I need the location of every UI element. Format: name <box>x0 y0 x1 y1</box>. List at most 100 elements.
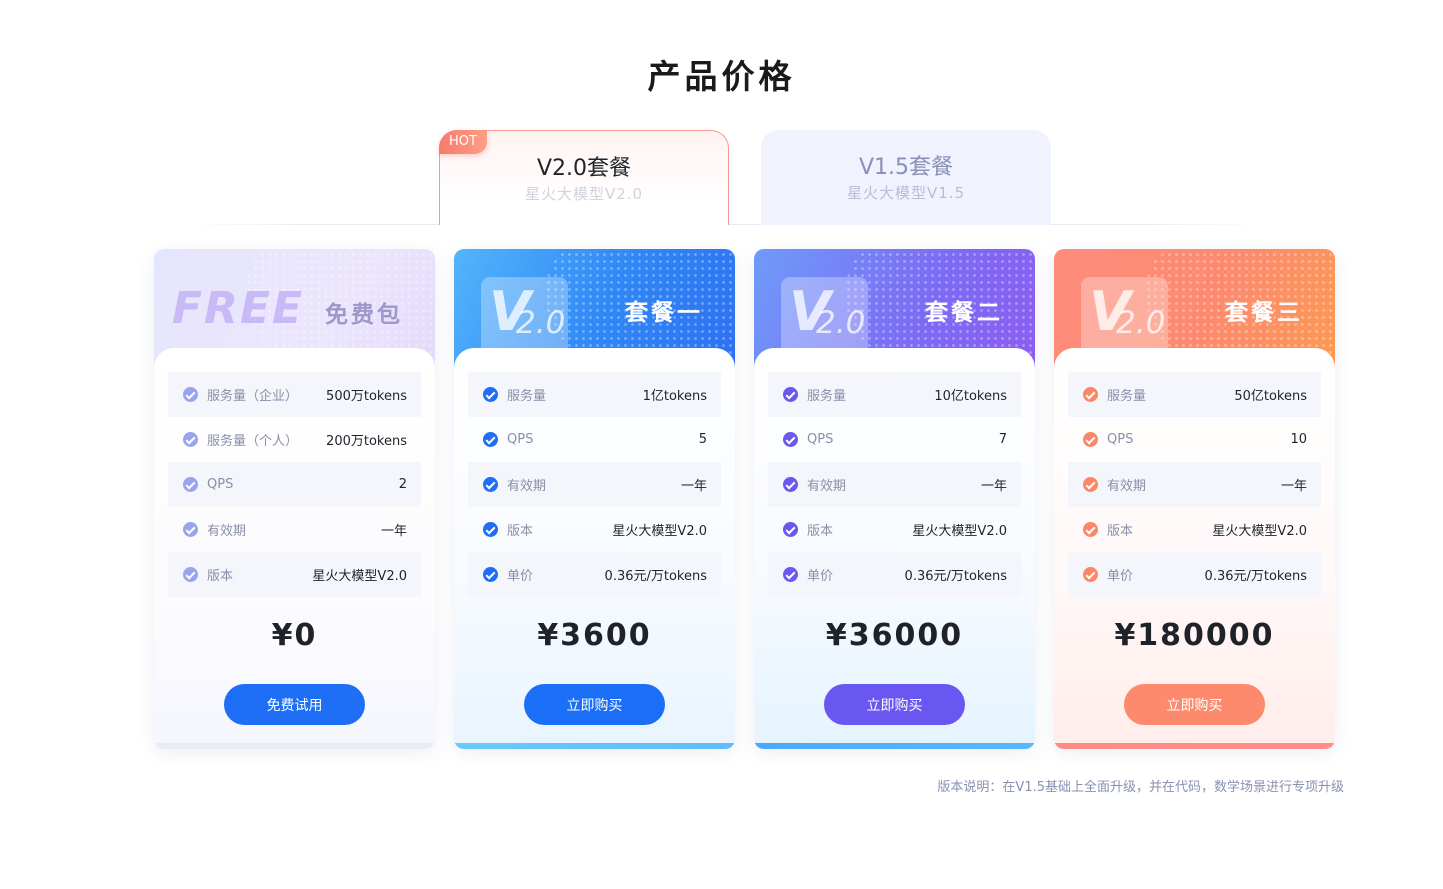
check-circle-icon <box>1083 387 1098 402</box>
tab-subtitle: 星火大模型V1.5 <box>846 184 966 202</box>
feature-label: 有效期 <box>1107 479 1147 494</box>
check-circle-icon <box>1083 522 1098 537</box>
feature-row: 版本 星火大模型V2.0 <box>768 507 1021 552</box>
feature-label: 版本 <box>1107 524 1134 539</box>
feature-value: 一年 <box>680 479 707 494</box>
feature-label: 有效期 <box>207 524 247 539</box>
feature-value: 一年 <box>380 524 407 539</box>
check-circle-icon <box>183 477 198 492</box>
plan-name: 套餐二 <box>925 300 1003 326</box>
feature-label: 单价 <box>507 569 534 584</box>
feature-value: 500万tokens <box>326 389 407 404</box>
feature-label: 版本 <box>207 569 234 584</box>
check-circle-icon <box>483 387 498 402</box>
feature-row: 有效期 一年 <box>168 507 421 552</box>
check-circle-icon <box>483 432 498 447</box>
check-circle-icon <box>783 387 798 402</box>
feature-label: 服务量 <box>807 389 847 404</box>
check-circle-icon <box>783 432 798 447</box>
tab-subtitle: 星火大模型V2.0 <box>524 185 644 203</box>
feature-row: QPS 5 <box>468 417 721 462</box>
plan-name: 套餐三 <box>1225 300 1303 326</box>
pricing-card-plan-2: V 2.0 套餐二 服务量 10亿tokens QPS 7 有效期 一年 版本 星火大模型V2… <box>754 249 1035 749</box>
free-trial-button[interactable]: 免费试用 <box>224 684 365 725</box>
feature-label: 版本 <box>507 524 534 539</box>
plan-price: ¥3600 <box>537 618 652 653</box>
feature-label: 服务量（个人） <box>207 434 299 449</box>
check-circle-icon <box>183 522 198 537</box>
feature-value: 50亿tokens <box>1234 389 1307 404</box>
plan-price: ¥180000 <box>1114 618 1275 653</box>
check-circle-icon <box>783 477 798 492</box>
feature-label: 单价 <box>807 569 834 584</box>
buy-now-button[interactable]: 立即购买 <box>824 684 965 725</box>
check-circle-icon <box>783 522 798 537</box>
page-title: 产品价格 <box>647 57 796 96</box>
feature-list: 服务量（企业） 500万tokens 服务量（个人） 200万tokens QPS 2 有效… <box>168 372 421 597</box>
feature-label: 服务量 <box>1107 389 1147 404</box>
free-word: FREE <box>172 283 305 334</box>
card-body: 服务量 10亿tokens QPS 7 有效期 一年 版本 星火大模型V2.0 单价 0.36元/… <box>754 348 1035 749</box>
feature-row: 有效期 一年 <box>1068 462 1321 507</box>
feature-label: QPS <box>1107 432 1134 447</box>
feature-value: 星火大模型V2.0 <box>612 524 707 539</box>
feature-row: 单价 0.36元/万tokens <box>1068 552 1321 597</box>
card-bottom-bar <box>1054 743 1335 749</box>
feature-list: 服务量 1亿tokens QPS 5 有效期 一年版本 星火大模型V2.0 单价 0.36元/万… <box>468 372 721 597</box>
card-body: 服务量（企业） 500万tokens 服务量（个人） 200万tokens QPS 2 有效… <box>154 348 435 749</box>
feature-value: 0.36元/万tokens <box>1204 569 1307 584</box>
feature-row: QPS 2 <box>168 462 421 507</box>
feature-value: 星火大模型V2.0 <box>912 524 1007 539</box>
buy-now-button[interactable]: 立即购买 <box>1124 684 1265 725</box>
feature-row: 版本 星火大模型V2.0 <box>1068 507 1321 552</box>
feature-value: 一年 <box>980 479 1007 494</box>
feature-value: 0.36元/万tokens <box>604 569 707 584</box>
feature-row: QPS 7 <box>768 417 1021 462</box>
check-circle-icon <box>1083 477 1098 492</box>
feature-label: 版本 <box>807 524 834 539</box>
feature-label: 单价 <box>1107 569 1134 584</box>
feature-label: 服务量 <box>507 389 547 404</box>
feature-row: 单价 0.36元/万tokens <box>768 552 1021 597</box>
feature-label: QPS <box>807 432 834 447</box>
feature-row: 服务量（企业） 500万tokens <box>168 372 421 417</box>
feature-row: 有效期 一年 <box>468 462 721 507</box>
check-circle-icon <box>183 432 198 447</box>
feature-label: 服务量（企业） <box>207 389 299 404</box>
card-bottom-bar <box>754 743 1035 749</box>
tab-v15-package[interactable]: V1.5套餐 星火大模型V1.5 <box>761 130 1051 225</box>
plan-price: ¥36000 <box>825 618 964 653</box>
check-circle-icon <box>483 522 498 537</box>
buy-now-button[interactable]: 立即购买 <box>524 684 665 725</box>
feature-row: 服务量 50亿tokens <box>1068 372 1321 417</box>
feature-value: 2 <box>398 477 407 492</box>
pricing-card-free: FREE 免费包 服务量（企业） 500万tokens 服务量（个人） 200万tok… <box>154 249 435 749</box>
check-circle-icon <box>783 567 798 582</box>
feature-value: 1亿tokens <box>642 389 707 404</box>
feature-list: 服务量 50亿tokens QPS 10 有效期 一年 版本 星火大模型V2.0 单价 0.36元… <box>1068 372 1321 597</box>
feature-value: 星火大模型V2.0 <box>312 569 407 584</box>
tab-title: V1.5套餐 <box>858 155 954 180</box>
feature-value: 5 <box>698 432 707 447</box>
card-body: 服务量 1亿tokens QPS 5 有效期 一年版本 星火大模型V2.0 单价 0.36元/万… <box>454 348 735 749</box>
plan-name: 免费包 <box>325 302 403 328</box>
feature-row: 版本 星火大模型V2.0 <box>168 552 421 597</box>
feature-label: 有效期 <box>507 479 547 494</box>
feature-value: 10亿tokens <box>934 389 1007 404</box>
plan-price: ¥0 <box>271 618 318 653</box>
feature-value: 10 <box>1290 432 1307 447</box>
feature-row: 单价 0.36元/万tokens <box>468 552 721 597</box>
feature-value: 200万tokens <box>326 434 407 449</box>
check-circle-icon <box>183 567 198 582</box>
check-circle-icon <box>483 477 498 492</box>
pricing-card-plan-1: V 2.0 套餐一 服务量 1亿tokens QPS 5 有效期 一年 版本 星火大模型V2.… <box>454 249 735 749</box>
plan-name: 套餐一 <box>625 300 703 326</box>
feature-list: 服务量 10亿tokens QPS 7 有效期 一年 版本 星火大模型V2.0 单价 0.36元/… <box>768 372 1021 597</box>
card-body: 服务量 50亿tokens QPS 10 有效期 一年 版本 星火大模型V2.0 单价 0.36元… <box>1054 348 1335 749</box>
feature-value: 7 <box>998 432 1007 447</box>
feature-label: QPS <box>507 432 534 447</box>
feature-row: 版本 星火大模型V2.0 <box>468 507 721 552</box>
check-circle-icon <box>183 387 198 402</box>
tab-v2-package[interactable]: HOT V2.0套餐 星火大模型V2.0 <box>439 130 729 225</box>
feature-label: QPS <box>207 477 234 492</box>
